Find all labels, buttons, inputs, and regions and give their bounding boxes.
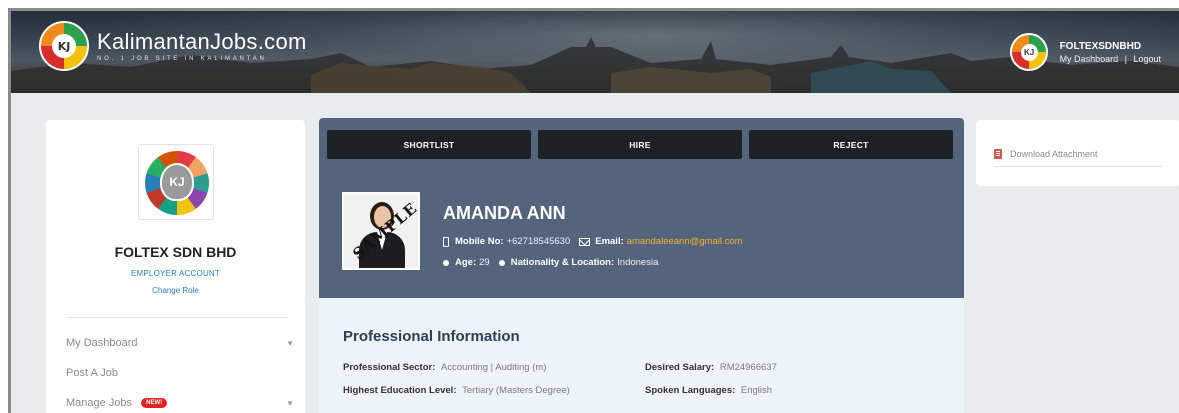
account-type-label: EMPLOYER ACCOUNT <box>131 269 220 278</box>
username: FOLTEXSDNBHD <box>1059 40 1142 52</box>
section-title: Professional Information <box>343 328 520 345</box>
sidebar-divider <box>66 317 288 318</box>
employer-sidebar: KJ FOLTEX SDN BHD EMPLOYER ACCOUNT Chang… <box>46 120 305 413</box>
candidate-photo: SAMPLE <box>342 192 420 270</box>
nationality-value: Indonesia <box>617 257 659 268</box>
user-menu: KJ FOLTEXSDNBHD My Dashboard | Logout <box>1009 33 1161 71</box>
candidate-header: SHORTLIST HIRE REJECT SAMPLE AMANDA ANN … <box>319 118 964 298</box>
sidebar-menu: My Dashboard ▼ Post A Job Manage Jobs NE… <box>66 328 296 413</box>
bullet-icon <box>498 259 505 266</box>
candidate-profile-panel: SHORTLIST HIRE REJECT SAMPLE AMANDA ANN … <box>319 118 964 413</box>
email-link[interactable]: amandaleeann@gmail.com <box>627 236 743 247</box>
bullet-icon <box>443 259 449 266</box>
caret-down-icon: ▼ <box>286 398 294 408</box>
attachment-divider <box>994 166 1162 167</box>
sidebar-item-label: My Dashboard <box>66 337 138 349</box>
company-name: FOLTEX SDN BHD <box>114 244 237 260</box>
highest-education: Highest Education Level: Tertiary (Maste… <box>343 385 570 396</box>
sidebar-item-my-dashboard[interactable]: My Dashboard ▼ <box>66 328 296 358</box>
candidate-actions: SHORTLIST HIRE REJECT <box>327 130 953 159</box>
brand-tagline: NO. 1 JOB SITE IN KALIMANTAN <box>97 56 267 62</box>
change-role-link[interactable]: Change Role <box>46 286 305 295</box>
attachment-panel: Download Attachment <box>976 120 1179 186</box>
sidebar-item-label: Post A Job <box>66 367 118 379</box>
professional-sector: Professional Sector: Accounting | Auditi… <box>343 362 547 373</box>
candidate-details: Age: 29 Nationality & Location: Indonesi… <box>443 257 658 268</box>
caret-down-icon: ▼ <box>286 338 294 348</box>
brand-name: KalimantanJobs.com <box>97 29 307 54</box>
download-label: Download Attachment <box>1010 149 1098 159</box>
company-logo: KJ <box>138 144 214 220</box>
site-header: KJ KalimantanJobs.com NO. 1 JOB SITE IN … <box>11 11 1179 93</box>
age-value: 29 <box>479 257 490 268</box>
page-frame: KJ KalimantanJobs.com NO. 1 JOB SITE IN … <box>8 8 1179 413</box>
nationality-label: Nationality & Location: <box>510 257 615 268</box>
link-separator: | <box>1124 53 1127 64</box>
my-dashboard-link[interactable]: My Dashboard <box>1060 54 1119 64</box>
candidate-contact: Mobile No: +62718545630 Email: amandalee… <box>443 236 743 247</box>
candidate-name: AMANDA ANN <box>443 203 566 223</box>
new-badge: NEW! <box>141 398 168 409</box>
mobile-value: +62718545630 <box>506 236 571 247</box>
kj-logo-icon: KJ <box>39 21 89 71</box>
download-attachment-link[interactable]: Download Attachment <box>994 149 1098 159</box>
reject-button[interactable]: REJECT <box>749 130 953 159</box>
mobile-label: Mobile No: <box>455 236 504 247</box>
spoken-languages: Spoken Languages: English <box>645 385 773 396</box>
user-avatar[interactable]: KJ <box>1009 33 1048 71</box>
shortlist-button[interactable]: SHORTLIST <box>327 130 531 159</box>
mobile-phone-icon <box>443 236 449 247</box>
site-logo[interactable]: KJ KalimantanJobs.com NO. 1 JOB SITE IN … <box>39 21 307 71</box>
sidebar-item-post-a-job[interactable]: Post A Job <box>66 358 296 388</box>
age-label: Age: <box>455 257 477 268</box>
envelope-icon <box>579 237 591 246</box>
sidebar-item-manage-jobs[interactable]: Manage Jobs NEW! ▼ <box>66 388 296 413</box>
logout-link[interactable]: Logout <box>1133 54 1161 64</box>
hire-button[interactable]: HIRE <box>538 130 742 159</box>
file-icon <box>994 149 1002 159</box>
professional-information-section: Professional Information Professional Se… <box>319 298 964 413</box>
sidebar-item-label: Manage Jobs <box>66 397 133 409</box>
desired-salary: Desired Salary: RM24966637 <box>645 362 777 373</box>
kj-shield-icon: KJ <box>160 163 194 201</box>
email-label: Email: <box>595 236 624 247</box>
